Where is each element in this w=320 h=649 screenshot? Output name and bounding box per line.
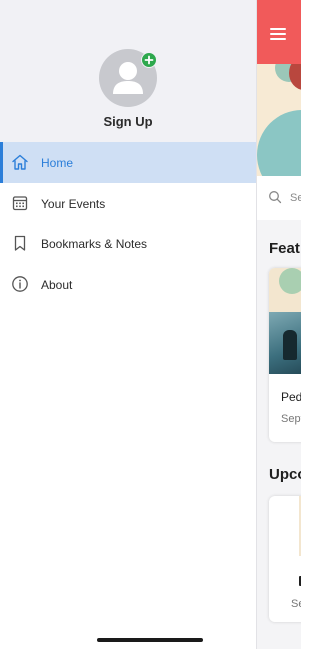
event-title-fragment xyxy=(299,576,301,586)
event-image xyxy=(269,268,301,374)
calendar-icon xyxy=(12,195,28,210)
event-title: Ped xyxy=(281,390,301,404)
add-photo-icon[interactable] xyxy=(141,52,157,68)
upcoming-section-title: Upco xyxy=(269,466,301,483)
sign-up-button[interactable]: Sign Up xyxy=(0,114,256,129)
upcoming-event-card[interactable]: Se xyxy=(269,496,301,622)
home-indicator[interactable] xyxy=(97,638,203,642)
featured-section-title: Feat xyxy=(269,240,300,257)
search-bar[interactable]: Se xyxy=(257,176,301,220)
menu-item-label: Your Events xyxy=(41,196,106,211)
hero-banner xyxy=(257,64,301,176)
hamburger-menu-icon[interactable] xyxy=(270,28,286,40)
featured-event-card[interactable]: Ped Sept xyxy=(269,268,301,442)
menu-item-label: Home xyxy=(41,156,74,170)
event-image xyxy=(299,496,301,556)
app-bar xyxy=(257,0,301,64)
bookmark-icon xyxy=(14,235,26,251)
home-icon xyxy=(12,154,28,170)
navigation-drawer: Sign Up Home Your Events Bookmarks & Not… xyxy=(0,0,256,649)
menu-item-label: Bookmarks & Notes xyxy=(41,237,148,251)
menu-item-bookmarks-notes[interactable]: Bookmarks & Notes xyxy=(0,223,256,264)
search-icon xyxy=(269,191,282,204)
menu-item-label: About xyxy=(41,277,73,292)
menu-item-your-events[interactable]: Your Events xyxy=(0,182,256,223)
menu-item-about[interactable]: About xyxy=(0,263,256,304)
drawer-menu: Home Your Events Bookmarks & Notes About xyxy=(0,142,256,304)
background-app-screen[interactable]: Se Feat Ped Sept Upco Se xyxy=(256,0,301,649)
info-icon xyxy=(12,275,28,292)
search-placeholder: Se xyxy=(290,192,301,204)
event-date: Sept xyxy=(281,413,301,425)
menu-item-home[interactable]: Home xyxy=(0,142,256,183)
event-date: Se xyxy=(291,598,301,610)
